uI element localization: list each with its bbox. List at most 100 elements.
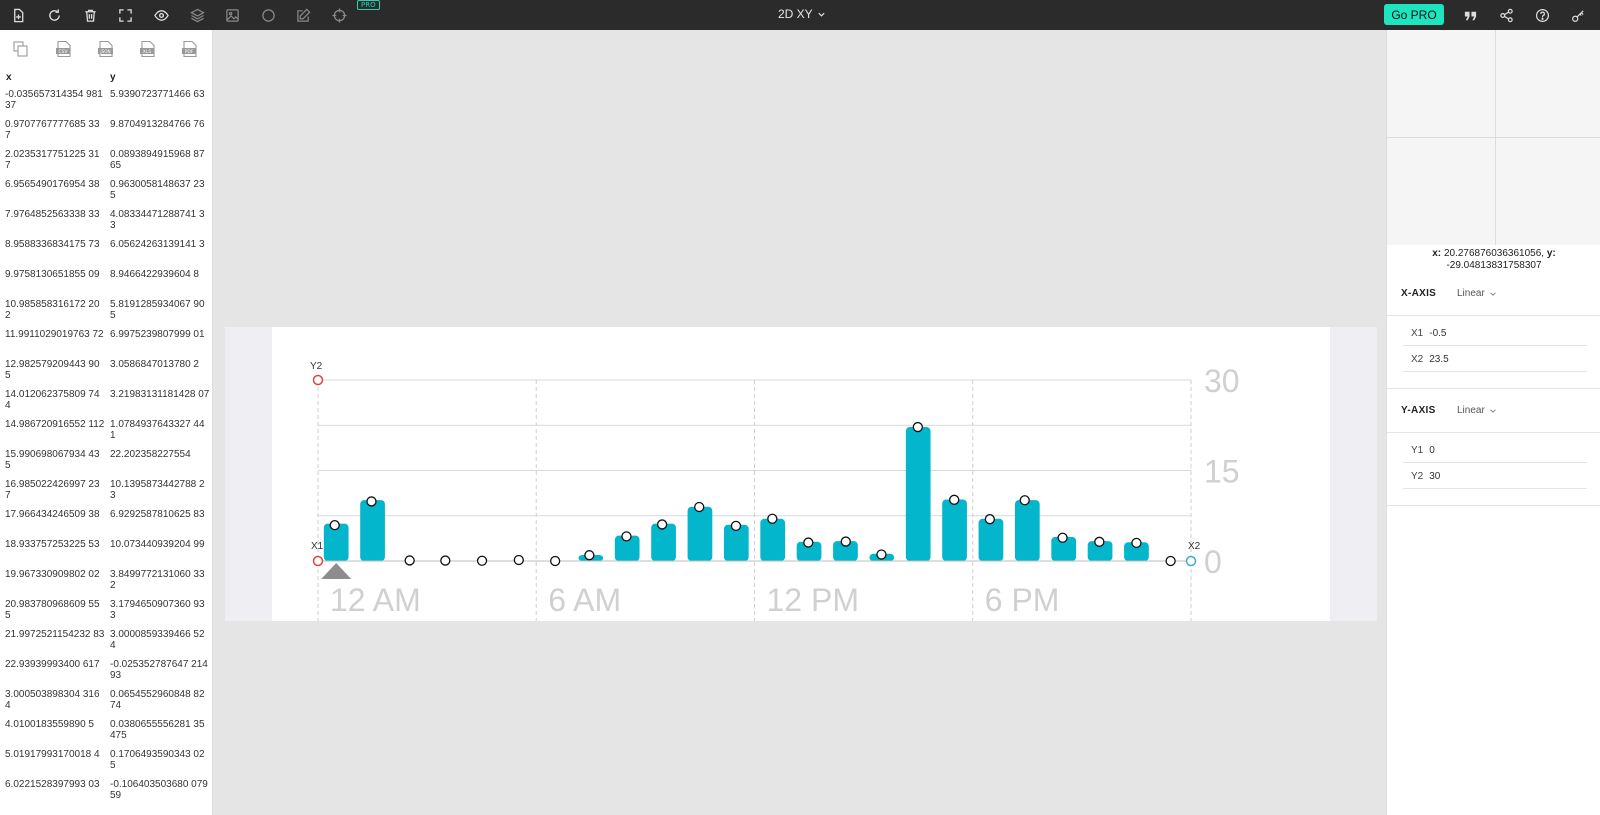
trash-icon[interactable] — [80, 5, 100, 25]
x1-field[interactable]: X1 -0.5 — [1403, 322, 1587, 346]
y-cell[interactable]: 5.9390723771466 63 — [110, 89, 210, 101]
x-cell[interactable]: 12.982579209443 905 — [5, 359, 105, 381]
table-row[interactable]: 14.986720916552 112 1.0784937643327 441 — [0, 419, 212, 450]
new-file-icon[interactable] — [8, 5, 28, 25]
x-cell[interactable]: 8.9588336834175 73 — [5, 239, 105, 251]
table-row[interactable]: 15.990698067934 435 22.202358227554 — [0, 449, 212, 480]
help-icon[interactable] — [1532, 5, 1552, 25]
image-preview[interactable] — [1387, 30, 1600, 245]
table-row[interactable]: 11.9911029019763 72 6.9975239807999 01 — [0, 329, 212, 360]
table-row[interactable]: 8.9588336834175 73 6.05624263139141 3 — [0, 239, 212, 270]
table-row[interactable]: 22.93939993400 617 -0.025352787647 21493 — [0, 659, 212, 690]
y-cell[interactable]: 3.21983131181428 07 — [110, 389, 210, 401]
table-row[interactable]: 20.983780968609 555 3.1794650907360 933 — [0, 599, 212, 630]
table-row[interactable]: 7.9764852563338 33 4.08334471288741 33 — [0, 209, 212, 240]
x-cell[interactable]: 15.990698067934 435 — [5, 449, 105, 471]
table-row[interactable]: 6.0221528397993 03 -0.106403503680 07959 — [0, 779, 212, 810]
x-cell[interactable]: 19.967330909802 02 — [5, 569, 105, 581]
y-axis-type-select[interactable]: Linear — [1457, 405, 1497, 416]
table-row[interactable]: 17.966434246509 38 6.9292587810625 83 — [0, 509, 212, 540]
x-cell[interactable]: 5.01917993170018 4 — [5, 749, 105, 761]
y-cell[interactable]: 6.9975239807999 01 — [110, 329, 210, 341]
mode-selector[interactable]: 2D XY — [778, 7, 826, 21]
y-cell[interactable]: 0.0380655556281 35475 — [110, 719, 210, 741]
go-pro-button[interactable]: Go PRO — [1384, 4, 1444, 25]
table-row[interactable]: 14.012062375809 744 3.21983131181428 07 — [0, 389, 212, 420]
table-row[interactable]: 9.9758130651855 09 8.9466422939604 8 — [0, 269, 212, 300]
x-cell[interactable]: 17.966434246509 38 — [5, 509, 105, 521]
x-axis-type-select[interactable]: Linear — [1457, 288, 1497, 299]
x-cell[interactable]: 0.9707767777685 337 — [5, 119, 105, 141]
y1-field[interactable]: Y1 0 — [1403, 439, 1587, 463]
y-cell[interactable]: 3.8499772131060 332 — [110, 569, 210, 591]
table-row[interactable]: 16.985022426997 237 10.1395873442788 23 — [0, 479, 212, 510]
copy-icon[interactable] — [12, 40, 30, 58]
table-row[interactable]: 21.9972521154232 83 3.0000859339466 524 — [0, 629, 212, 660]
y-cell[interactable]: 6.05624263139141 3 — [110, 239, 210, 251]
x-cell[interactable]: 6.9565490176954 38 — [5, 179, 105, 191]
chart-canvas[interactable]: 12 AM 6 AM 12 PM 6 PM 30 15 0 Y2 X1 X2 — [225, 327, 1377, 621]
xls-icon[interactable]: XLS — [139, 40, 157, 58]
y-cell[interactable]: 3.0586847013780 2 — [110, 359, 210, 371]
x-cell[interactable]: -0.035657314354 98137 — [5, 89, 105, 111]
x-cell[interactable]: 21.9972521154232 83 — [5, 629, 105, 641]
x-cell[interactable]: 20.983780968609 555 — [5, 599, 105, 621]
y-cell[interactable]: 5.8191285934067 905 — [110, 299, 210, 321]
x-cell[interactable]: 6.0221528397993 03 — [5, 779, 105, 791]
x-cell[interactable]: 14.986720916552 112 — [5, 419, 105, 431]
table-row[interactable]: 12.982579209443 905 3.0586847013780 2 — [0, 359, 212, 390]
y-cell[interactable]: 22.202358227554 — [110, 449, 210, 461]
table-row[interactable]: 19.967330909802 02 3.8499772131060 332 — [0, 569, 212, 600]
table-row[interactable]: 6.9565490176954 38 0.9630058148637 235 — [0, 179, 212, 210]
y-cell[interactable]: 0.0654552960848 8274 — [110, 689, 210, 711]
x-cell[interactable]: 18.933757253225 53 — [5, 539, 105, 551]
y-cell[interactable]: 3.1794650907360 933 — [110, 599, 210, 621]
x-cell[interactable]: 22.93939993400 617 — [5, 659, 105, 671]
eye-icon[interactable] — [151, 5, 171, 25]
y-cell[interactable]: 10.1395873442788 23 — [110, 479, 210, 501]
y2-field[interactable]: Y2 30 — [1403, 465, 1587, 489]
circle-icon[interactable] — [258, 5, 278, 25]
quote-icon[interactable] — [1460, 5, 1480, 25]
edit-icon[interactable] — [293, 5, 313, 25]
y-cell[interactable]: 0.1706493590343 025 — [110, 749, 210, 771]
fullscreen-icon[interactable] — [115, 5, 135, 25]
table-row[interactable]: 2.0235317751225 317 0.0893894915968 8765 — [0, 149, 212, 180]
x-cell[interactable]: 4.0100183559890 5 — [5, 719, 105, 731]
table-row[interactable]: 5.01917993170018 4 0.1706493590343 025 — [0, 749, 212, 780]
x-cell[interactable]: 16.985022426997 237 — [5, 479, 105, 501]
y-cell[interactable]: 10.073440939204 99 — [110, 539, 210, 551]
share-icon[interactable] — [1496, 5, 1516, 25]
x-cell[interactable]: 11.9911029019763 72 — [5, 329, 105, 341]
y-cell[interactable]: -0.106403503680 07959 — [110, 779, 210, 801]
x-cell[interactable]: 2.0235317751225 317 — [5, 149, 105, 171]
y-cell[interactable]: 4.08334471288741 33 — [110, 209, 210, 231]
x-cell[interactable]: 14.012062375809 744 — [5, 389, 105, 411]
table-row[interactable]: -0.035657314354 98137 5.9390723771466 63 — [0, 89, 212, 120]
refresh-icon[interactable] — [44, 5, 64, 25]
table-row[interactable]: 4.0100183559890 5 0.0380655556281 35475 — [0, 719, 212, 750]
x2-field[interactable]: X2 23.5 — [1403, 348, 1587, 372]
table-row[interactable]: 0.9707767777685 337 9.8704913284766 76 — [0, 119, 212, 150]
target-icon[interactable] — [329, 5, 349, 25]
image-icon[interactable] — [222, 5, 242, 25]
y-cell[interactable]: 0.9630058148637 235 — [110, 179, 210, 201]
x-cell[interactable]: 7.9764852563338 33 — [5, 209, 105, 221]
x-cell[interactable]: 9.9758130651855 09 — [5, 269, 105, 281]
layers-icon[interactable] — [187, 5, 207, 25]
key-icon[interactable] — [1568, 5, 1588, 25]
y-cell[interactable]: 0.0893894915968 8765 — [110, 149, 210, 171]
y-cell[interactable]: 9.8704913284766 76 — [110, 119, 210, 131]
pdf-icon[interactable]: PDF — [181, 40, 199, 58]
x-cell[interactable]: 10.985858316172 202 — [5, 299, 105, 321]
y-cell[interactable]: 8.9466422939604 8 — [110, 269, 210, 281]
json-icon[interactable]: JSON — [97, 40, 115, 58]
y-cell[interactable]: 6.9292587810625 83 — [110, 509, 210, 521]
table-row[interactable]: 10.985858316172 202 5.8191285934067 905 — [0, 299, 212, 330]
y-cell[interactable]: 1.0784937643327 441 — [110, 419, 210, 441]
table-row[interactable]: 3.000503898304 3164 0.0654552960848 8274 — [0, 689, 212, 720]
csv-icon[interactable]: CSV — [55, 40, 73, 58]
table-row[interactable]: 18.933757253225 53 10.073440939204 99 — [0, 539, 212, 570]
y-cell[interactable]: -0.025352787647 21493 — [110, 659, 210, 681]
y-cell[interactable]: 3.0000859339466 524 — [110, 629, 210, 651]
